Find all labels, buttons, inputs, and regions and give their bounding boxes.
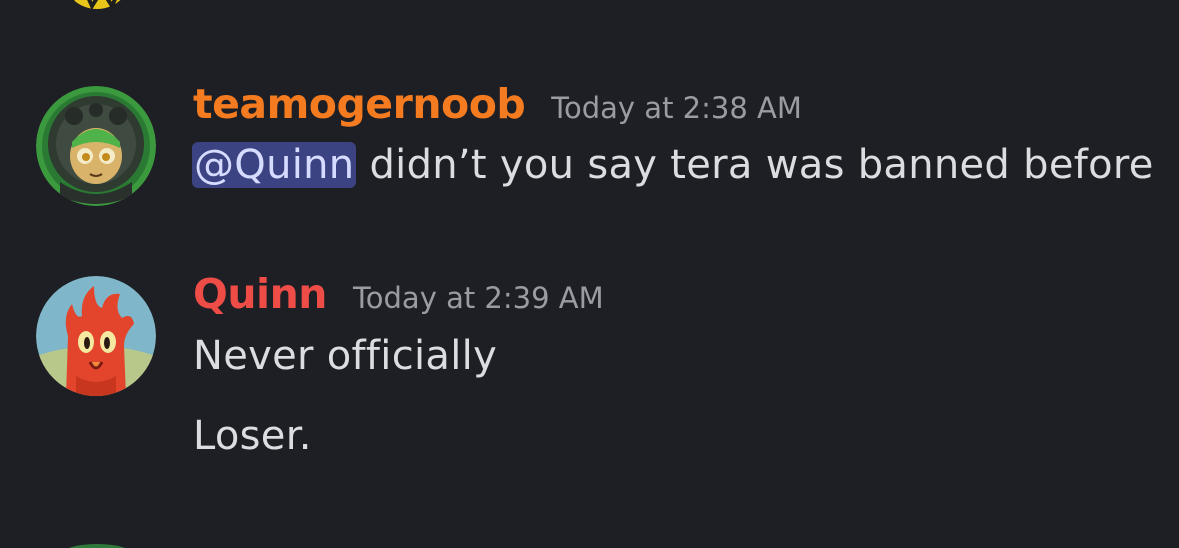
user-mention[interactable]: @Quinn: [192, 142, 357, 188]
chat-message-list: teamogernoob Today at 2:38 AM @Quinn did…: [0, 0, 1179, 548]
orange-fire-creature-avatar-icon: [36, 276, 156, 396]
message-header: Quinn Today at 2:39 AM: [193, 270, 604, 318]
username[interactable]: Quinn: [193, 270, 327, 318]
timestamp[interactable]: Today at 2:38 AM: [551, 91, 802, 125]
timestamp[interactable]: Today at 2:39 AM: [353, 281, 604, 315]
message-header: teamogernoob Today at 2:38 AM: [193, 80, 802, 128]
previous-message-avatar[interactable]: [62, 0, 132, 12]
message-text: didn’t you say tera was banned before: [356, 142, 1154, 188]
user-avatar[interactable]: [36, 276, 156, 396]
green-hooded-character-avatar-icon: [36, 86, 156, 206]
message-text: Loser.: [193, 413, 312, 459]
next-message-avatar[interactable]: [62, 544, 132, 548]
user-avatar[interactable]: [36, 86, 156, 206]
message-content: @Quinn didn’t you say tera was banned be…: [192, 142, 1154, 188]
message-text: Never officially: [193, 333, 498, 379]
yellow-avatar-icon: [72, 0, 121, 11]
username[interactable]: teamogernoob: [193, 80, 526, 128]
